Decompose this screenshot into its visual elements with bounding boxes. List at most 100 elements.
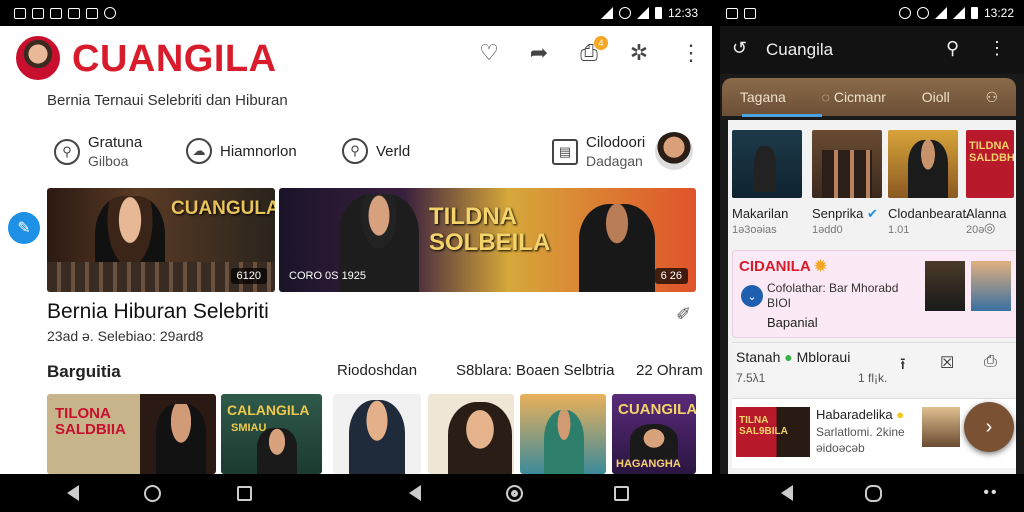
photo-icon [86,7,98,19]
more-icon[interactable]: •• [980,483,1002,503]
location-icon [898,7,911,19]
image-icon [726,7,738,19]
thumbnail-person-image [349,400,405,474]
check-icon: ⌄ [741,285,763,307]
camera-icon[interactable]: ⎙ 4 [574,36,608,68]
settings-icon[interactable]: ✲ [624,38,654,68]
app-icon [50,7,62,19]
thumbnail[interactable] [888,130,958,198]
thumbnail-title: CUANGILA [618,401,696,418]
thumbnail-people-image [822,150,872,198]
thumbnail[interactable] [333,394,421,474]
recents-icon[interactable] [610,483,632,503]
row-label[interactable]: 22 Ohram [636,362,703,379]
navigation-bar: •• [0,474,1024,512]
category-gratuna[interactable]: ⚲ Gratuna Gilboa [54,134,142,170]
card-line: BIOI [767,296,792,310]
title-text: Stanah [736,349,781,365]
search-icon[interactable]: ⚲ [946,38,959,59]
feature-card[interactable]: CIDANILA ✹ ⌄ Cofolathar: Bar Mhorabd BIO… [732,250,1016,338]
status-bar-left: 12:33 [0,0,712,26]
row-label[interactable]: Barguitia [47,362,121,382]
thumbnail-meta: 1ә3oəias [732,224,777,236]
row-label[interactable]: S8blara: Boaen Selbtria [456,362,614,379]
battery-icon [970,7,978,19]
card-body: Cofolathar: Bar Mhorabd BIOI [767,281,898,311]
tab-cicmanr[interactable]: ◌ Cicmanr [822,89,886,105]
banner-cuangula[interactable]: CUANGULA 6120 [47,188,275,292]
list-thumbnail: TILNA SAL9BILA [736,407,810,457]
home-icon[interactable] [503,483,525,503]
image-icon [32,7,44,19]
star-icon: ● [896,407,905,422]
recents-icon[interactable] [233,483,255,503]
clock: 12:33 [667,6,698,20]
category-verld[interactable]: ⚲ Verld [342,138,410,164]
alarm-icon [618,7,631,19]
wifi-icon [934,7,947,19]
thumbnail-meta: 1ədd0 [812,224,843,236]
app-toolbar: ↺ Cuangila ⚲ ⋮ [720,26,1024,74]
category-sublabel: Gilboa [88,153,129,169]
category-label: Verld [376,142,411,160]
online-icon: ● [784,349,793,365]
signal-icon [600,7,613,19]
document-icon: ▤ [552,139,578,165]
share-icon[interactable]: ➦ [524,38,554,68]
thumbnail-person-image [544,410,584,474]
heart-icon[interactable]: ♡ [474,38,504,68]
card-title: CIDANILA ✹ [739,257,827,275]
thumbnail[interactable]: TILONA SALDBIIA [47,394,216,474]
sun-icon: ✹ [814,258,827,275]
category-hiamnorlon[interactable]: ☁ Hiamnorlon [186,138,297,164]
camera-icon[interactable]: ⎙ [984,353,997,371]
more-icon[interactable]: ⋮ [988,38,1006,59]
thumbnail[interactable] [812,130,882,198]
thumbnail[interactable] [428,394,514,474]
search-icon: ⚲ [342,138,368,164]
status-bar-right: 13:22 [716,0,1024,26]
edit-icon[interactable]: ✐ [676,304,691,325]
home-icon[interactable] [141,483,163,503]
back-icon[interactable]: ↺ [732,38,747,59]
next-button[interactable]: › [964,402,1014,452]
row-label[interactable]: Riodoshdan [337,362,417,379]
thumbnail[interactable] [520,394,606,474]
back-icon[interactable] [62,483,84,503]
thumbnail[interactable] [732,130,802,198]
thumbnail[interactable]: TILDNA SALDBHA [966,130,1014,198]
banner-person-image [579,204,655,292]
close-box-icon[interactable]: ☒ [940,353,954,373]
category-cilodoori[interactable]: ▤ Cilodoori Dadagan [552,134,645,170]
sync-icon [104,7,116,19]
thumbnail-person-image [630,424,678,460]
tab-oioll[interactable]: Oioll [922,89,950,105]
card-thumbnail [971,261,1011,311]
tab-label: Cicmanr [833,89,886,105]
app-title: Cuangila [766,40,834,59]
caption-text: Senprika [812,206,864,221]
profile-avatar[interactable] [655,132,693,170]
back-icon[interactable] [404,483,426,503]
home-icon[interactable] [862,483,884,503]
more-icon[interactable]: ⋮ [676,38,706,68]
back-icon[interactable] [776,483,798,503]
tab-indicator [742,114,822,117]
banner-tildna[interactable]: TILDNA SOLBEILA CORO 0S 1925 6 26 [279,188,696,292]
category-label: Hiamnorlon [220,142,297,160]
compose-button[interactable]: ✎ [8,212,40,244]
tab-tagana[interactable]: Tagana [740,89,786,105]
play-icon[interactable]: ◎ [984,220,995,236]
category-sublabel: Dadagan [586,153,643,169]
thumbnail[interactable]: CUANGILA HAGANGHA [612,394,696,474]
banner-caption: CORO 0S 1925 [289,270,367,282]
app-subtitle: Bernia Ternaui Selebriti dan Hiburan [47,92,288,109]
tab-people-icon[interactable]: ⚇ [986,89,999,106]
avatar[interactable] [16,36,60,80]
thumbnail-person-image [908,140,948,198]
thumbnail-caption: Makarilan [732,206,789,221]
upload-icon[interactable]: ⭱ [900,353,906,380]
thumbnail[interactable]: CALANGILA SMIAU [221,394,322,474]
thumbnail-title: CALANGILA [227,402,310,418]
list-item[interactable]: Stanah ● Mbloraui 7.5λ1 1 fl¡k. ⭱ ☒ ⎙ [732,342,1016,392]
